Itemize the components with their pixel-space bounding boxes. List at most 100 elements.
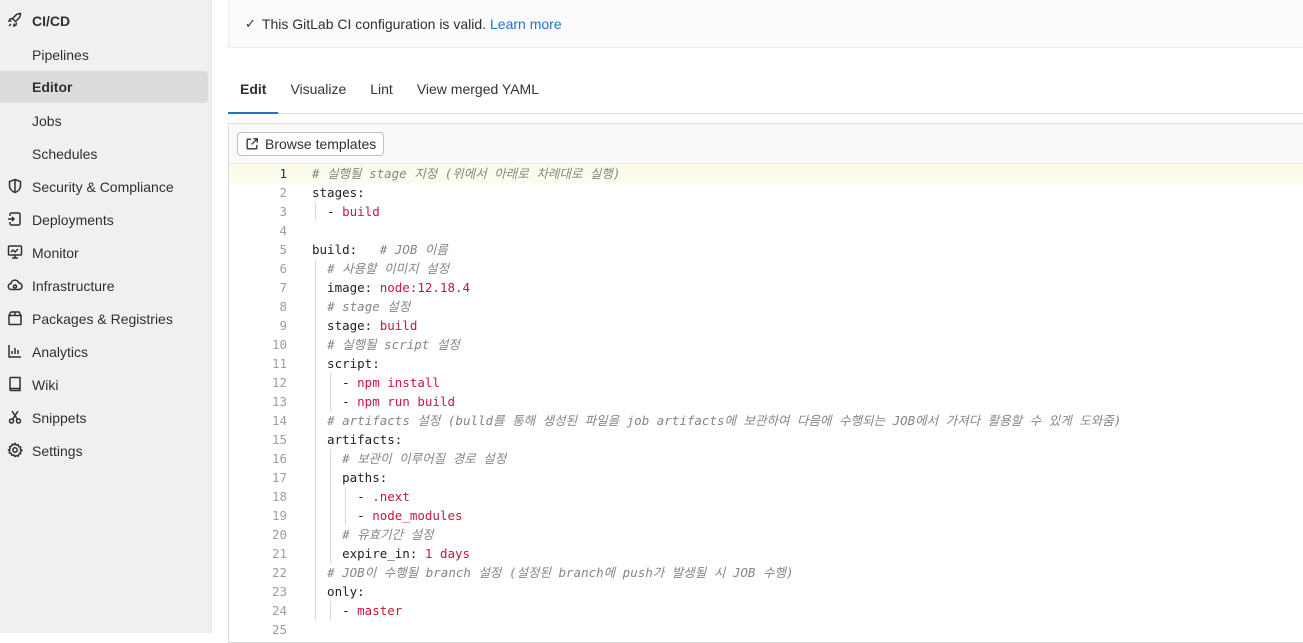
code-comment: # artifacts 설정 (bulld를 통해 생성된 파일을 job ar… [327,413,1122,428]
code-value: master [357,603,403,618]
line-number: 13 [271,394,287,409]
sidebar-item-label: Wiki [32,376,59,393]
code-line: 23 only: [229,582,1303,601]
indent-guide [330,392,332,411]
tab-edit[interactable]: Edit [228,68,279,114]
line-number: 9 [279,318,287,333]
external-link-icon [246,137,258,149]
code-key: - [312,489,373,504]
code-line: 3 - build [229,202,1303,221]
code-key: build: [312,242,358,257]
line-text: only: [312,582,365,601]
indent-guide [315,316,316,335]
code-editor[interactable]: Browse templates 1 # 실행될 stage 지정 (위에서 아래… [228,123,1303,643]
code-key: stages: [312,185,365,200]
learn-more-link[interactable]: Learn more [490,16,562,32]
sidebar-item-label: Security & Compliance [32,178,174,195]
sidebar-item-wiki[interactable]: Wiki [0,368,212,401]
sidebar-item-label: Snippets [32,409,87,426]
tab-visualize[interactable]: Visualize [278,68,358,114]
sidebar-item-monitor[interactable]: Monitor [0,236,212,269]
code-comment: # stage 설정 [327,299,411,314]
line-text: # artifacts 설정 (bulld를 통해 생성된 파일을 job ar… [312,411,1121,430]
code-value: npm install [357,375,440,390]
line-text: # 보관이 이루어질 경로 설정 [312,449,506,468]
sidebar-item-snippets[interactable]: Snippets [0,401,212,434]
code-line: 22 # JOB이 수행될 branch 설정 (설정된 branch에 pus… [229,563,1303,582]
line-text: paths: [312,468,387,487]
line-number: 20 [271,527,287,542]
code-line: 18 - .next [229,487,1303,506]
code-key: - [312,603,358,618]
line-text: # 사용할 이미지 설정 [312,259,449,278]
line-text: - npm install [312,373,440,392]
line-number: 1 [279,166,287,181]
sidebar-section-cicd[interactable]: CI/CD [0,4,212,37]
sidebar-item-label: Deployments [32,211,114,228]
code-line: 13 - npm run build [229,392,1303,411]
indent-guide [315,525,316,544]
code-key: - [312,204,343,219]
line-number: 15 [271,432,287,447]
line-text: stages: [312,183,365,202]
code-line: 17 paths: [229,468,1303,487]
code-value: build [379,318,418,333]
line-number: 25 [271,622,287,637]
code-key: paths: [312,470,388,485]
line-number: 2 [279,185,287,200]
sidebar-item-analytics[interactable]: Analytics [0,335,212,368]
sidebar-item-jobs[interactable]: Jobs [0,104,212,137]
tab-view-merged-yaml[interactable]: View merged YAML [405,68,551,114]
line-text: # JOB이 수행될 branch 설정 (설정된 branch에 push가 … [312,563,794,582]
code-line: 11 script: [229,354,1303,373]
monitor-icon [7,244,23,260]
code-line: 4 [229,221,1303,240]
line-text: # 실행될 stage 지정 (위에서 아래로 차례대로 실행) [312,164,620,183]
code-line: 1 # 실행될 stage 지정 (위에서 아래로 차례대로 실행) [229,164,1303,183]
sidebar-item-settings[interactable]: Settings [0,434,212,467]
line-number: 24 [271,603,287,618]
code-comment: # JOB이 수행될 branch 설정 (설정된 branch에 push가 … [327,565,794,580]
line-number: 10 [271,337,287,352]
sidebar-item-packages[interactable]: Packages & Registries [0,302,212,335]
sidebar-item-label: Packages & Registries [32,310,173,327]
indent-guide [330,601,332,620]
indent-guide [315,430,316,449]
code-line: 7 image: node:12.18.4 [229,278,1303,297]
line-text: - node_modules [312,506,462,525]
code-area[interactable]: 1 # 실행될 stage 지정 (위에서 아래로 차례대로 실행) 2 stages… [229,164,1303,639]
code-value: npm run build [357,394,455,409]
alert-message: This GitLab CI configuration is valid. [261,15,487,32]
line-number: 21 [271,546,287,561]
indent-guide [330,487,332,506]
code-line: 10 # 실행될 script 설정 [229,335,1303,354]
sidebar-item-schedules[interactable]: Schedules [0,137,212,170]
code-key: artifacts: [312,432,403,447]
sidebar-item-editor[interactable]: Editor [0,71,208,103]
tab-lint[interactable]: Lint [358,68,405,114]
editor-tabs: Edit Visualize Lint View merged YAML [228,68,1303,114]
indent-guide [315,563,316,582]
sidebar-item-pipelines[interactable]: Pipelines [0,38,212,71]
sidebar-item-infrastructure[interactable]: Infrastructure [0,269,212,302]
indent-guide [315,601,316,620]
sidebar-item-label: Infrastructure [32,277,115,294]
line-text: artifacts: [312,430,402,449]
line-number: 6 [279,261,287,276]
indent-guide [315,202,316,221]
sidebar-item-deployments[interactable]: Deployments [0,203,212,236]
line-text: - npm run build [312,392,455,411]
indent-guide [315,335,316,354]
browse-templates-button[interactable]: Browse templates [237,131,385,156]
line-number: 5 [279,242,287,257]
code-key: stage: [312,318,380,333]
indent-guide [315,544,316,563]
line-number: 12 [271,375,287,390]
code-key: - [312,508,373,523]
sidebar-item-security[interactable]: Security & Compliance [0,170,212,203]
deployments-icon [7,211,23,227]
sidebar-item-label: Schedules [32,145,98,162]
code-line: 24 - master [229,601,1303,620]
indent-guide [315,449,316,468]
line-number: 16 [271,451,287,466]
